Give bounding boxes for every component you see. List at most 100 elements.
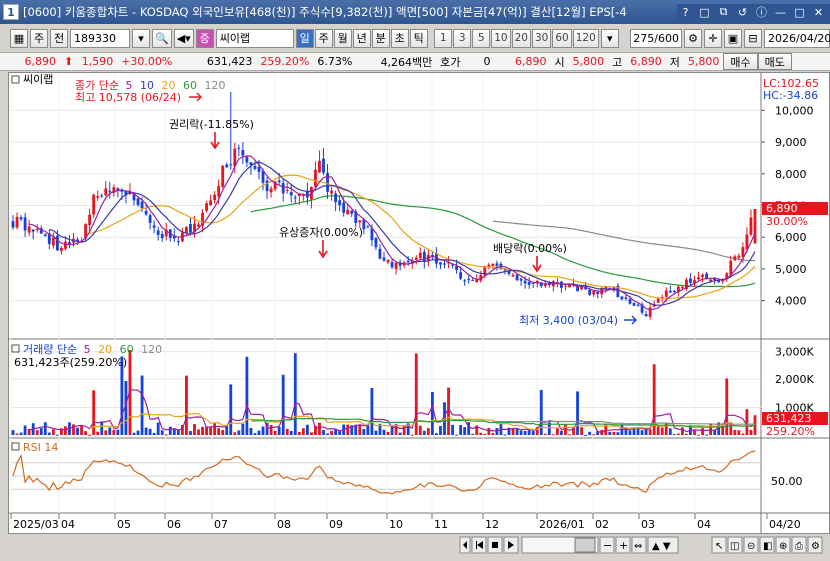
volume-bar (426, 428, 430, 435)
candle-body (624, 297, 628, 299)
volume-bar (612, 431, 616, 435)
candle-body (636, 304, 640, 306)
candle-body (51, 237, 55, 246)
settings-icon[interactable]: ⚙ (684, 28, 702, 48)
candle-body (672, 291, 676, 293)
stock-name-field[interactable]: 씨이랩 (215, 28, 294, 48)
volume-bar (293, 353, 297, 435)
period-tab-1[interactable]: 주 (314, 28, 333, 48)
volume-bar (156, 422, 160, 435)
stock-code-input[interactable]: 189330 (70, 28, 130, 48)
candle-body (680, 286, 684, 288)
candle-body (184, 227, 188, 233)
candle-body (422, 251, 426, 262)
title-button-5[interactable]: — (772, 4, 789, 21)
title-button-4[interactable]: ⓘ (753, 4, 770, 21)
volume-bar (164, 434, 168, 436)
title-button-2[interactable]: ⧉ (715, 4, 732, 21)
title-button-6[interactable]: □ (791, 4, 808, 21)
crosshair-icon[interactable]: ✛ (704, 28, 722, 48)
count-total: /600 (654, 31, 679, 45)
candle-body (491, 263, 495, 266)
chart-area[interactable]: 씨이랩 종가 단순 5 10 20 60 120 최고 10,578 (06/2… (8, 72, 830, 534)
period-tab-6[interactable]: 틱 (409, 28, 428, 48)
volume-bar (261, 426, 265, 435)
period-tab-2[interactable]: 월 (333, 28, 352, 48)
open-price: 5,800 (572, 55, 605, 68)
period-tab-4[interactable]: 분 (371, 28, 390, 48)
scroll-thumb[interactable] (574, 537, 596, 553)
stock-chart[interactable]: 씨이랩 종가 단순 5 10 20 60 120 최고 10,578 (06/2… (9, 73, 829, 533)
candle-body (100, 195, 104, 197)
ask-price: 6,890 (515, 55, 547, 68)
candle-body (733, 256, 737, 261)
volume-bar (656, 425, 660, 435)
candle-body (729, 260, 733, 275)
volume-bar (543, 433, 547, 435)
candle-body (632, 302, 636, 306)
volume-bar (503, 434, 507, 436)
candle-body (366, 226, 370, 228)
scroll-lock-icon[interactable]: ⊟ (744, 28, 762, 48)
candle-body (269, 188, 273, 193)
title-button-0[interactable]: ? (677, 4, 694, 21)
volume-bar (168, 426, 172, 435)
search-icon[interactable]: 🔍 (152, 28, 172, 48)
volume-bar (197, 429, 200, 435)
save-icon[interactable]: ▣ (724, 28, 742, 48)
interval-button-60[interactable]: 60 (552, 28, 572, 48)
interval-button-120[interactable]: 120 (572, 28, 599, 48)
candle-body (213, 194, 217, 201)
candle-body (439, 262, 442, 265)
period-tab-0[interactable]: 일 (295, 28, 314, 48)
volume-bar (80, 425, 83, 435)
current-price: 6,890 (24, 55, 57, 68)
interval-button-30[interactable]: 30 (531, 28, 552, 48)
title-buttons: ? □ ⧉ ↺ ⓘ — □ ✕ (677, 3, 830, 21)
candle-body (560, 281, 563, 288)
interval-button-20[interactable]: 20 (511, 28, 531, 48)
candle-body (104, 188, 108, 196)
period-type-button[interactable]: 주 (30, 28, 48, 48)
interval-button-3[interactable]: 3 (453, 28, 472, 48)
buy-button[interactable]: 매수 (723, 53, 758, 70)
prev-button[interactable]: 전 (50, 28, 68, 48)
candle-body (495, 263, 499, 266)
code-dropdown-icon[interactable]: ▾ (132, 28, 150, 48)
x-axis-label: 11 (434, 518, 448, 531)
candle-body (443, 263, 446, 265)
candle-body (596, 291, 600, 294)
count-field[interactable]: 275/600 (630, 28, 682, 48)
candle-body (64, 241, 67, 249)
volume-y-tick-label: 2,000K (775, 373, 814, 386)
date-field[interactable]: 2026/04/20 (764, 28, 830, 48)
candle-body (225, 164, 229, 168)
title-button-1[interactable]: □ (696, 4, 713, 21)
candle-body (737, 255, 741, 258)
interval-dropdown-icon[interactable]: ▾ (600, 28, 619, 48)
sell-button[interactable]: 매도 (757, 53, 792, 70)
candle-body (156, 230, 160, 235)
period-tab-5[interactable]: 초 (390, 28, 409, 48)
volume-bar (132, 432, 136, 435)
volume-bar (560, 430, 563, 435)
price-y-tick-label: 6,000 (775, 231, 807, 244)
grid-icon[interactable]: ▦ (10, 28, 28, 48)
speaker-icon[interactable]: ◀▾ (173, 28, 194, 48)
chart-toolbar: ▦ 주 전 189330 ▾ 🔍 ◀▾ 증 씨이랩 일주월년분초틱 1 3 5 10 2… (0, 26, 830, 50)
candle-body (140, 201, 144, 209)
period-tab-3[interactable]: 년 (352, 28, 371, 48)
low-price: 5,800 (687, 55, 720, 68)
candle-body (753, 208, 757, 244)
volume-bar (366, 425, 370, 435)
title-button-7[interactable]: ✕ (810, 4, 827, 21)
candle-body (527, 282, 531, 285)
volume-legend-prefix: 거래량 단순 (23, 343, 77, 356)
candle-body (326, 172, 329, 192)
chart-type-icon: ◫ (730, 541, 739, 552)
candle-body (628, 299, 632, 304)
interval-button-10[interactable]: 10 (491, 28, 511, 48)
interval-button-5[interactable]: 5 (472, 28, 491, 48)
title-button-3[interactable]: ↺ (734, 4, 751, 21)
interval-button-1[interactable]: 1 (434, 28, 453, 48)
